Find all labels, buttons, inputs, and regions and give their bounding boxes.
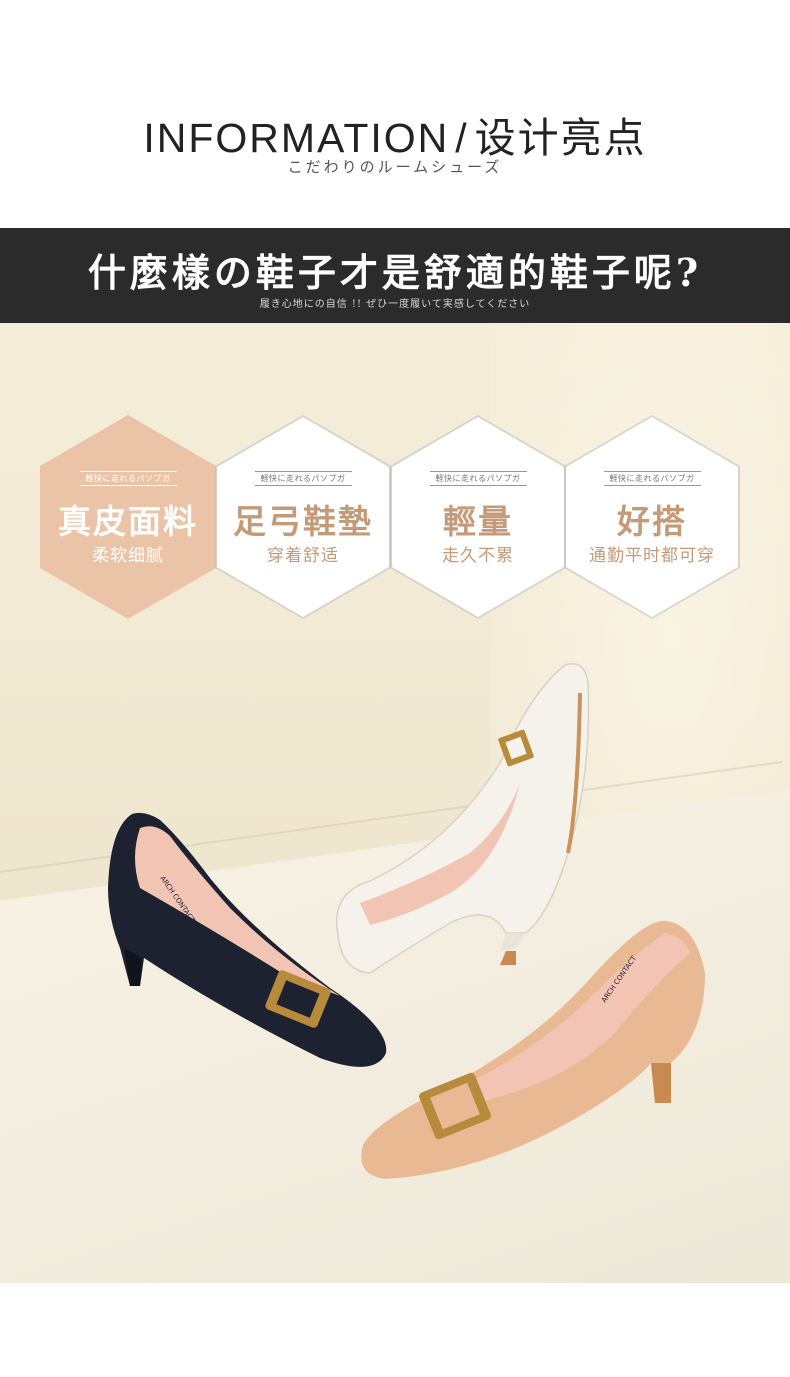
feature-title: 真皮面料 bbox=[58, 502, 198, 541]
title-separator: / bbox=[455, 115, 469, 161]
headline-banner: 什麼樣の鞋子才是舒適的鞋子呢? 履き心地にの自信 !! ぜひ一度履いて実感してく… bbox=[0, 228, 790, 323]
feature-hex-arch-insole: 軽快に走れるパソプガ 足弓鞋墊 穿着舒适 bbox=[215, 415, 391, 619]
feature-desc: 穿着舒适 bbox=[267, 546, 339, 566]
feature-tag: 軽快に走れるパソプガ bbox=[79, 471, 177, 486]
feature-tag: 軽快に走れるパソプガ bbox=[429, 471, 527, 486]
feature-tag: 軽快に走れるパソプガ bbox=[254, 471, 352, 486]
feature-desc: 通勤平时都可穿 bbox=[589, 546, 715, 566]
feature-hex-genuine-leather: 軽快に走れるパソプガ 真皮面料 柔软细腻 bbox=[40, 415, 216, 619]
title-chinese: 设计亮点 bbox=[474, 115, 647, 161]
feature-tag: 軽快に走れるパソプガ bbox=[603, 471, 701, 486]
feature-title: 輕量 bbox=[443, 502, 513, 541]
title-english: INFORMATION bbox=[143, 115, 450, 161]
page-title: INFORMATION / 设计亮点 bbox=[0, 104, 790, 164]
feature-title: 足弓鞋墊 bbox=[233, 502, 373, 541]
page-subtitle: こだわりのルームシューズ bbox=[287, 158, 503, 176]
feature-title: 好搭 bbox=[617, 502, 687, 541]
feature-desc: 走久不累 bbox=[442, 546, 514, 566]
feature-desc: 柔软细腻 bbox=[92, 546, 164, 566]
beige-pump-shoe: ARCH CONTACT bbox=[361, 920, 705, 1179]
header: INFORMATION / 设计亮点 こだわりのルームシューズ bbox=[0, 0, 790, 228]
banner-subline: 履き心地にの自信 !! ぜひ一度履いて実感してください bbox=[259, 299, 531, 310]
product-photo: 軽快に走れるパソプガ 真皮面料 柔软细腻 軽快に走れるパソプガ 足弓鞋墊 穿着舒… bbox=[0, 323, 790, 1283]
bottom-spacer bbox=[0, 1283, 790, 1377]
banner-headline: 什麼樣の鞋子才是舒適的鞋子呢? bbox=[87, 250, 703, 295]
